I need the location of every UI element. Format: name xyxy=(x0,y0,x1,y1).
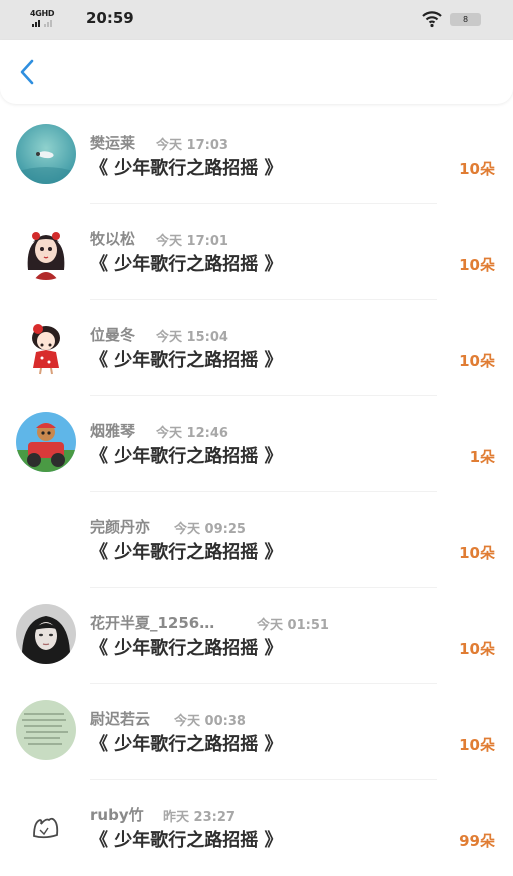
battery-icon: 8 xyxy=(450,13,481,26)
gift-record-list: 樊运莱 今天 17:03 《 少年歌行之路招摇 》 10朵 牧以松 今天 17:… xyxy=(0,108,513,876)
avatar[interactable] xyxy=(16,604,76,664)
avatar[interactable] xyxy=(16,508,76,568)
timestamp: 昨天 23:27 xyxy=(163,810,235,825)
flower-count: 10朵 xyxy=(459,736,495,754)
list-item[interactable]: 花开半夏_1256… 今天 01:51 《 少年歌行之路招摇 》 10朵 xyxy=(0,588,513,684)
flower-count: 10朵 xyxy=(459,640,495,658)
flower-count: 10朵 xyxy=(459,160,495,178)
timestamp: 今天 01:51 xyxy=(257,618,329,633)
avatar[interactable] xyxy=(16,316,76,376)
flower-count: 10朵 xyxy=(459,352,495,370)
timestamp: 今天 09:25 xyxy=(174,522,246,537)
user-name: 樊运莱 xyxy=(90,134,136,152)
list-item[interactable]: 樊运莱 今天 17:03 《 少年歌行之路招摇 》 10朵 xyxy=(0,108,513,204)
avatar[interactable] xyxy=(16,124,76,184)
list-item[interactable]: 烟雅琴 今天 12:46 《 少年歌行之路招摇 》 1朵 xyxy=(0,396,513,492)
top-nav-bar xyxy=(0,40,513,104)
book-title: 《 少年歌行之路招摇 》 xyxy=(90,158,283,179)
timestamp: 今天 17:03 xyxy=(156,138,228,153)
book-title: 《 少年歌行之路招摇 》 xyxy=(90,350,283,371)
status-time: 20:59 xyxy=(86,9,134,27)
back-button[interactable] xyxy=(12,56,44,88)
user-name: 牧以松 xyxy=(90,230,136,248)
list-item[interactable]: 完颜丹亦 今天 09:25 《 少年歌行之路招摇 》 10朵 xyxy=(0,492,513,588)
status-bar: 4GHD 20:59 8 xyxy=(0,0,513,40)
chevron-left-icon xyxy=(20,59,34,85)
user-name: 完颜丹亦 xyxy=(90,518,151,536)
timestamp: 今天 15:04 xyxy=(156,330,228,345)
avatar[interactable] xyxy=(16,220,76,280)
book-title: 《 少年歌行之路招摇 》 xyxy=(90,254,283,275)
book-title: 《 少年歌行之路招摇 》 xyxy=(90,830,283,851)
book-title: 《 少年歌行之路招摇 》 xyxy=(90,542,283,563)
list-item[interactable]: 牧以松 今天 17:01 《 少年歌行之路招摇 》 10朵 xyxy=(0,204,513,300)
timestamp: 今天 00:38 xyxy=(174,714,246,729)
list-item[interactable]: 位曼冬 今天 15:04 《 少年歌行之路招摇 》 10朵 xyxy=(0,300,513,396)
user-name: 烟雅琴 xyxy=(90,422,136,440)
avatar[interactable] xyxy=(16,412,76,472)
book-title: 《 少年歌行之路招摇 》 xyxy=(90,638,283,659)
flower-count: 10朵 xyxy=(459,544,495,562)
user-name: 花开半夏_1256… xyxy=(90,614,215,632)
timestamp: 今天 17:01 xyxy=(156,234,228,249)
avatar[interactable] xyxy=(16,700,76,760)
avatar[interactable] xyxy=(16,796,76,856)
flower-count: 10朵 xyxy=(459,256,495,274)
list-item[interactable]: ruby竹 昨天 23:27 《 少年歌行之路招摇 》 99朵 xyxy=(0,780,513,876)
timestamp: 今天 12:46 xyxy=(156,426,228,441)
book-title: 《 少年歌行之路招摇 》 xyxy=(90,446,283,467)
wifi-icon xyxy=(422,10,442,28)
flower-count: 1朵 xyxy=(469,448,495,466)
user-name: 位曼冬 xyxy=(90,326,136,344)
user-name: ruby竹 xyxy=(90,806,144,824)
network-type: 4GHD xyxy=(30,9,55,18)
book-title: 《 少年歌行之路招摇 》 xyxy=(90,734,283,755)
signal-icon: 4GHD xyxy=(30,9,60,29)
list-item[interactable]: 尉迟若云 今天 00:38 《 少年歌行之路招摇 》 10朵 xyxy=(0,684,513,780)
user-name: 尉迟若云 xyxy=(90,710,151,728)
flower-count: 99朵 xyxy=(459,832,495,850)
